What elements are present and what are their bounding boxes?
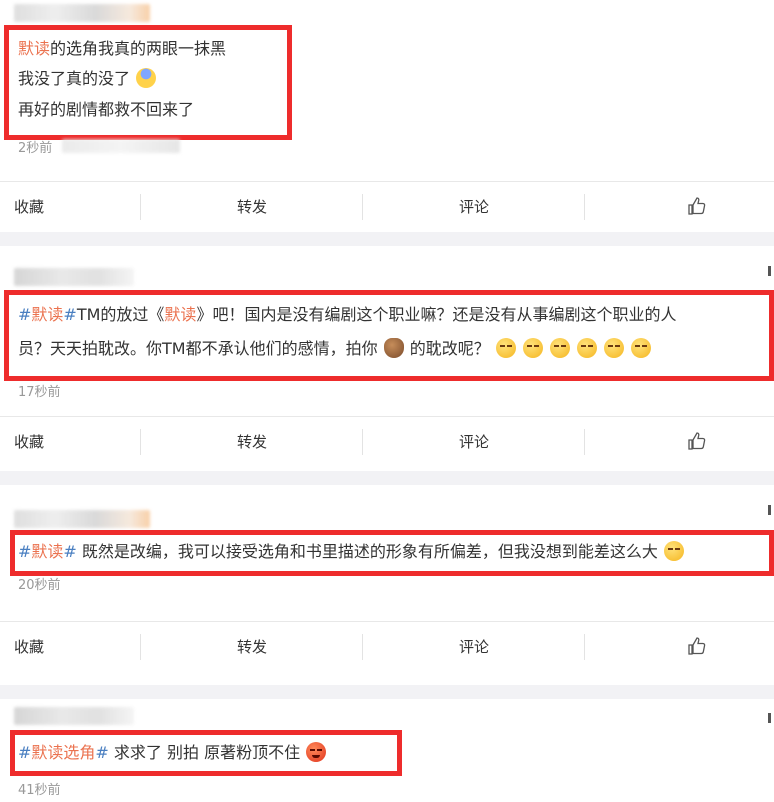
post-text-line-1: #默读#TM的放过《默读》吧！国内是没有编剧这个职业嘛？还是没有从事编剧这个职业… (18, 305, 677, 324)
post-time: 41秒前 (18, 783, 61, 798)
blurred-source (62, 139, 180, 153)
post-text: #默读选角# 求求了 别拍 原著粉顶不住 (18, 739, 327, 767)
blurred-username (14, 4, 150, 22)
sleepy-face-emoji (631, 338, 652, 358)
post-4: #默读选角# 求求了 别拍 原著粉顶不住 41秒前 (0, 699, 774, 802)
sleepy-face-emoji (604, 338, 625, 358)
blurred-username (14, 510, 150, 528)
sleepy-face-emoji (577, 338, 598, 358)
post-time: 2秒前 (18, 141, 53, 156)
topic-link[interactable]: 默读 (18, 39, 50, 58)
post-text-line-2: 我没了真的没了 (18, 65, 157, 93)
action-separator (362, 194, 363, 220)
post-gap (0, 232, 774, 246)
action-separator (140, 429, 141, 455)
hashtag-link[interactable]: #默读选角# (18, 743, 109, 762)
horse-emoji (383, 338, 404, 358)
topic-link[interactable]: 默读 (164, 305, 196, 324)
thumbs-up-icon[interactable] (687, 431, 707, 451)
post-time: 17秒前 (18, 385, 61, 400)
sleepy-face-emoji (550, 338, 571, 358)
post-gap (0, 685, 774, 699)
post-2: #默读#TM的放过《默读》吧！国内是没有编剧这个职业嘛？还是没有从事编剧这个职业… (0, 246, 774, 471)
corner-mark (768, 713, 771, 723)
tearful-face-emoji (664, 541, 685, 561)
hashtag-link[interactable]: #默读# (18, 542, 77, 561)
action-bar: 收藏 转发 评论 (0, 622, 774, 672)
post-3: #默读# 既然是改编，我可以接受选角和书里描述的形象有所偏差，但我没想到能差这么… (0, 485, 774, 685)
blurred-username (14, 707, 134, 725)
collect-button[interactable]: 收藏 (14, 417, 44, 467)
post-gap (0, 471, 774, 485)
action-separator (362, 429, 363, 455)
post-1: 默读的选角我真的两眼一抹黑 我没了真的没了 再好的剧情都救不回来了 2秒前 收藏… (0, 0, 774, 232)
repost-button[interactable]: 转发 (237, 417, 267, 467)
comment-button[interactable]: 评论 (459, 417, 489, 467)
action-separator (584, 634, 585, 660)
angry-face-emoji (306, 742, 327, 762)
sleepy-face-emoji (522, 338, 543, 358)
collect-button[interactable]: 收藏 (14, 182, 44, 232)
action-separator (362, 634, 363, 660)
collect-button[interactable]: 收藏 (14, 622, 44, 672)
action-separator (140, 634, 141, 660)
thumbs-up-icon[interactable] (687, 636, 707, 656)
comment-button[interactable]: 评论 (459, 182, 489, 232)
repost-button[interactable]: 转发 (237, 182, 267, 232)
sleepy-face-emoji (495, 338, 516, 358)
action-bar: 收藏 转发 评论 (0, 182, 774, 232)
corner-mark (768, 505, 771, 515)
action-bar: 收藏 转发 评论 (0, 417, 774, 467)
post-text: #默读# 既然是改编，我可以接受选角和书里描述的形象有所偏差，但我没想到能差这么… (18, 538, 685, 566)
post-text-line-1: 默读的选角我真的两眼一抹黑 (18, 39, 227, 58)
action-separator (140, 194, 141, 220)
post-text-line-2: 员？天天拍耽改。你TM都不承认他们的感情，拍你 的耽改呢？ (18, 335, 652, 363)
action-separator (584, 194, 585, 220)
scared-face-emoji (136, 68, 157, 88)
action-separator (584, 429, 585, 455)
blurred-username (14, 268, 134, 286)
comment-button[interactable]: 评论 (459, 622, 489, 672)
thumbs-up-icon[interactable] (687, 196, 707, 216)
repost-button[interactable]: 转发 (237, 622, 267, 672)
post-text-line-3: 再好的剧情都救不回来了 (18, 100, 195, 119)
hashtag-link[interactable]: #默读# (18, 305, 77, 324)
corner-mark (768, 266, 771, 276)
post-time: 20秒前 (18, 578, 61, 593)
